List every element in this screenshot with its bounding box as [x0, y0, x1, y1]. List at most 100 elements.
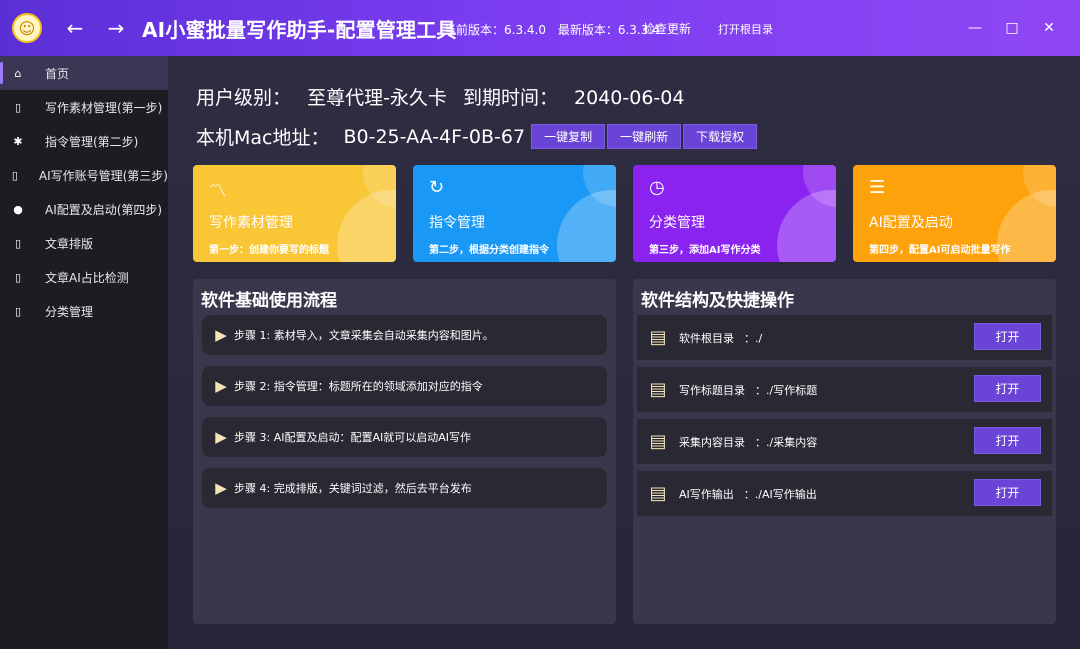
sidebar-item-category[interactable]: ▯ 分类管理: [0, 294, 168, 328]
refresh-button[interactable]: 一键刷新: [607, 124, 682, 149]
open-content-dir-button[interactable]: 打开: [974, 427, 1041, 454]
card-subtitle: 第一步：创建你要写的标题: [209, 245, 329, 256]
open-root-link[interactable]: 打开根目录: [718, 21, 773, 37]
current-version: 6.3.4.0: [504, 23, 546, 37]
step-text: 步骤 2: 指令管理：标题所在的领域添加对应的指令: [234, 380, 483, 393]
home-icon: ⌂: [14, 66, 22, 80]
open-output-dir-button[interactable]: 打开: [974, 479, 1041, 506]
sidebar-item-label: AI写作账号管理(第三步): [38, 168, 168, 183]
structure-title: 软件结构及快捷操作: [641, 291, 794, 311]
document-icon: ▯: [14, 100, 22, 114]
open-root-button[interactable]: 打开: [974, 323, 1041, 350]
clock-check-icon: ◷: [649, 177, 665, 198]
sidebar-item-ai-config[interactable]: ● AI配置及启动(第四步): [0, 192, 168, 226]
workflow-title: 软件基础使用流程: [201, 291, 337, 311]
card-title: AI配置及启动: [869, 215, 953, 231]
directory-path: ：./写作标题: [755, 383, 818, 397]
title-bar: ☺ ← → AI小蜜批量写作助手-配置管理工具 当前版本：6.3.4.0 最新版…: [0, 0, 1080, 56]
copy-button[interactable]: 一键复制: [531, 124, 606, 149]
mac-label: 本机Mac地址：: [196, 127, 330, 149]
sidebar: ⌂ 首页 ▯ 写作素材管理(第一步) ✱ 指令管理(第二步) ▯ AI写作账号管…: [0, 56, 168, 649]
play-icon: ▶: [215, 428, 227, 446]
sidebar-item-home[interactable]: ⌂ 首页: [0, 56, 168, 90]
workflow-step: ▶ 步骤 1: 素材导入，文章采集会自动采集内容和图片。: [202, 315, 607, 355]
trend-icon: 〽: [209, 181, 227, 202]
directory-row: ▤ AI写作输出 ：./AI写作输出 打开: [637, 471, 1052, 516]
directory-row: ▤ 软件根目录 ：./ 打开: [637, 315, 1052, 360]
version-info: 当前版本：6.3.4.0 最新版本：6.3.3.4: [444, 21, 668, 38]
sidebar-item-label: 写作素材管理(第一步): [45, 100, 163, 115]
card-title: 分类管理: [649, 215, 705, 231]
structure-panel: 软件结构及快捷操作 ▤ 软件根目录 ：./ 打开 ▤ 写作标题目录 ：./写作标…: [633, 279, 1056, 624]
card-title: 指令管理: [429, 215, 485, 231]
history-icon: ↻: [429, 177, 445, 198]
minimize-icon[interactable]: —: [964, 17, 986, 39]
sidebar-item-label: 指令管理(第二步): [45, 134, 139, 149]
close-icon[interactable]: ✕: [1038, 17, 1060, 39]
open-title-dir-button[interactable]: 打开: [974, 375, 1041, 402]
download-license-button[interactable]: 下载授权: [683, 124, 758, 149]
sidebar-item-label: 文章排版: [45, 236, 94, 251]
user-level-value: 至尊代理-永久卡: [307, 87, 447, 109]
workflow-step: ▶ 步骤 3: AI配置及启动：配置AI就可以启动AI写作: [202, 417, 607, 457]
card-title: 写作素材管理: [209, 215, 293, 231]
latest-version-label: 最新版本：: [557, 23, 618, 37]
card-instruction[interactable]: ↻ 指令管理 第二步，根据分类创建指令: [413, 165, 616, 262]
sidebar-item-label: 文章AI占比检测: [45, 270, 129, 285]
mac-value: B0-25-AA-4F-0B-67: [343, 125, 526, 148]
main-content: 用户级别： 至尊代理-永久卡 到期时间： 2040-06-04 本机Mac地址：…: [168, 56, 1080, 649]
directory-name: 写作标题目录: [679, 383, 745, 397]
step-text: 步骤 3: AI配置及启动：配置AI就可以启动AI写作: [234, 431, 472, 444]
workflow-step: ▶ 步骤 2: 指令管理：标题所在的领域添加对应的指令: [202, 366, 607, 406]
directory-name: 采集内容目录: [679, 435, 745, 449]
bitcoin-icon: ●: [13, 202, 23, 216]
sidebar-item-ai-detect[interactable]: ▯ 文章AI占比检测: [0, 260, 168, 294]
sidebar-item-instruction[interactable]: ✱ 指令管理(第二步): [0, 124, 168, 158]
card-ai-config[interactable]: ☰ AI配置及启动 第四步，配置AI可启动批量写作: [853, 165, 1056, 262]
document-icon: ▯: [14, 236, 22, 250]
app-logo: ☺: [12, 13, 42, 43]
expire-label: 到期时间：: [462, 87, 558, 109]
directory-row: ▤ 采集内容目录 ：./采集内容 打开: [637, 419, 1052, 464]
play-icon: ▶: [215, 326, 227, 344]
app-title: AI小蜜批量写作助手-配置管理工具: [142, 18, 457, 42]
workflow-panel: 软件基础使用流程 ▶ 步骤 1: 素材导入，文章采集会自动采集内容和图片。 ▶ …: [193, 279, 616, 624]
play-icon: ▶: [215, 479, 227, 497]
sidebar-item-material[interactable]: ▯ 写作素材管理(第一步): [0, 90, 168, 124]
sidebar-item-account[interactable]: ▯ AI写作账号管理(第三步): [0, 158, 168, 192]
list-star-icon: ☰: [869, 177, 886, 198]
folder-icon: ▤: [649, 483, 667, 504]
gear-icon: ✱: [13, 134, 23, 148]
expire-value: 2040-06-04: [574, 87, 685, 109]
document-icon: ▯: [14, 304, 22, 318]
directory-path: ：./: [744, 331, 763, 345]
directory-name: AI写作输出: [679, 487, 734, 501]
current-version-label: 当前版本：: [444, 23, 505, 37]
sidebar-item-label: 分类管理: [45, 304, 94, 319]
sidebar-item-label: AI配置及启动(第四步): [45, 202, 163, 217]
document-icon: ▯: [11, 168, 18, 182]
maximize-icon[interactable]: □: [1001, 17, 1023, 39]
directory-path: ：./AI写作输出: [743, 487, 817, 501]
user-level-row: 用户级别： 至尊代理-永久卡 到期时间： 2040-06-04: [196, 83, 694, 110]
card-material[interactable]: 〽 写作素材管理 第一步：创建你要写的标题: [193, 165, 396, 262]
step-text: 步骤 1: 素材导入，文章采集会自动采集内容和图片。: [234, 329, 494, 342]
card-subtitle: 第三步，添加AI写作分类: [649, 245, 761, 256]
user-level-label: 用户级别：: [196, 87, 292, 109]
directory-path: ：./采集内容: [755, 435, 818, 449]
sidebar-item-layout[interactable]: ▯ 文章排版: [0, 226, 168, 260]
sidebar-item-label: 首页: [45, 66, 70, 81]
folder-icon: ▤: [649, 379, 667, 400]
forward-arrow-icon[interactable]: →: [102, 14, 130, 42]
mac-address-row: 本机Mac地址： B0-25-AA-4F-0B-67 一键复制 一键刷新 下载授…: [196, 123, 758, 150]
folder-icon: ▤: [649, 431, 667, 452]
card-subtitle: 第四步，配置AI可启动批量写作: [869, 245, 1011, 256]
step-text: 步骤 4: 完成排版，关键词过滤，然后去平台发布: [234, 482, 472, 495]
card-category[interactable]: ◷ 分类管理 第三步，添加AI写作分类: [633, 165, 836, 262]
check-update-link[interactable]: 检查更新: [643, 20, 691, 37]
document-icon: ▯: [14, 270, 22, 284]
back-arrow-icon[interactable]: ←: [61, 14, 89, 42]
workflow-step: ▶ 步骤 4: 完成排版，关键词过滤，然后去平台发布: [202, 468, 607, 508]
directory-row: ▤ 写作标题目录 ：./写作标题 打开: [637, 367, 1052, 412]
directory-name: 软件根目录: [679, 331, 734, 345]
